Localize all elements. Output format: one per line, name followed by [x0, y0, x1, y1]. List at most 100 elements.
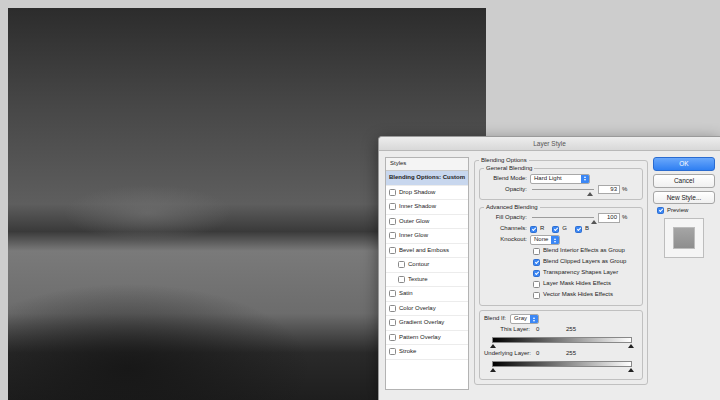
dropdown-arrow-icon	[530, 315, 538, 323]
field-label: Channels:	[484, 225, 530, 232]
style-checkbox[interactable]	[389, 203, 396, 210]
style-label: Inner Glow	[399, 232, 428, 239]
opacity-slider[interactable]	[532, 186, 594, 194]
channel-checkbox[interactable]	[575, 226, 582, 233]
option-label: Transparency Shapes Layer	[543, 269, 618, 276]
style-checkbox[interactable]	[389, 348, 396, 355]
dialog-title: Layer Style	[533, 140, 566, 148]
style-item[interactable]: Gradient Overlay	[386, 316, 468, 331]
fill-opacity-slider[interactable]	[532, 214, 594, 222]
style-checkbox[interactable]	[389, 247, 396, 254]
preview-checkbox[interactable]	[657, 207, 664, 214]
style-checkbox[interactable]	[398, 276, 405, 283]
option-checkbox[interactable]	[533, 259, 540, 266]
option-row: Vector Mask Hides Effects	[533, 290, 638, 301]
option-checkbox[interactable]	[533, 248, 540, 255]
group-title: Blending Options	[479, 157, 529, 164]
style-item-body: Bevel and Emboss	[389, 247, 449, 254]
style-item-body: Outer Glow	[389, 218, 429, 225]
style-label: Blending Options: Custom	[389, 174, 465, 181]
range-low-knob[interactable]	[490, 368, 496, 372]
style-label: Bevel and Emboss	[399, 247, 449, 254]
style-label: Stroke	[399, 348, 416, 355]
channel-checkbox[interactable]	[552, 226, 559, 233]
channel-option: R	[530, 225, 544, 232]
slider-knob[interactable]	[587, 192, 593, 196]
preview-toggle[interactable]: Preview	[653, 207, 715, 214]
field-label: Opacity:	[484, 186, 530, 193]
blend-if-dropdown[interactable]: Gray	[510, 314, 539, 324]
blending-panel: Blending OptionsGeneral BlendingBlend Mo…	[474, 157, 648, 400]
styles-list: StylesBlending Options: CustomDrop Shado…	[385, 157, 469, 390]
range-label-row: Underlying Layer:0255	[484, 349, 638, 360]
fill-opacity-row: Fill Opacity:100%	[484, 213, 638, 224]
style-checkbox[interactable]	[389, 218, 396, 225]
style-item[interactable]: Color Overlay	[386, 302, 468, 317]
option-checkbox[interactable]	[533, 292, 540, 299]
dialog-button[interactable]: New Style...	[653, 191, 715, 205]
range-high-value: 255	[566, 326, 576, 333]
style-label: Texture	[408, 276, 428, 283]
preview-swatch	[664, 218, 704, 258]
style-checkbox[interactable]	[398, 261, 405, 268]
dialog-button[interactable]: OK	[653, 157, 715, 171]
preview-thumbnail	[673, 227, 695, 249]
style-item[interactable]: Bevel and Emboss	[386, 244, 468, 259]
blend-mode-row: Blend Mode:Hard Light	[484, 173, 638, 184]
gradient-range-bar[interactable]	[492, 361, 632, 367]
style-item-body: Blending Options: Custom	[389, 174, 465, 181]
range-high-knob[interactable]	[628, 368, 634, 372]
dropdown-value: None	[534, 236, 548, 243]
style-checkbox[interactable]	[389, 334, 396, 341]
style-label: Gradient Overlay	[399, 319, 444, 326]
option-label: Blend Clipped Layers as Group	[543, 258, 626, 265]
style-label: Contour	[408, 261, 429, 268]
style-label: Pattern Overlay	[399, 334, 441, 341]
style-item[interactable]: Outer Glow	[386, 215, 468, 230]
option-row: Blend Clipped Layers as Group	[533, 257, 638, 268]
style-item[interactable]: Satin	[386, 287, 468, 302]
range-high-knob[interactable]	[628, 344, 634, 348]
style-item-body: Pattern Overlay	[389, 334, 441, 341]
option-checkbox[interactable]	[533, 270, 540, 277]
style-item-body: Drop Shadow	[389, 189, 435, 196]
blend-mode-dropdown[interactable]: Hard Light	[530, 174, 590, 184]
range-low-value: 0	[536, 350, 566, 357]
style-item[interactable]: Blending Options: Custom	[386, 171, 468, 186]
option-label: Blend Interior Effects as Group	[543, 247, 625, 254]
style-item[interactable]: Texture	[386, 273, 468, 288]
fill-opacity-input[interactable]: 100	[598, 213, 620, 222]
style-checkbox[interactable]	[389, 290, 396, 297]
style-item-body: Inner Shadow	[389, 203, 436, 210]
channel-checkbox[interactable]	[530, 226, 537, 233]
style-item[interactable]: Contour	[386, 258, 468, 273]
style-item[interactable]: Inner Glow	[386, 229, 468, 244]
style-item[interactable]: Drop Shadow	[386, 186, 468, 201]
style-item[interactable]: Inner Shadow	[386, 200, 468, 215]
gradient-range-bar[interactable]	[492, 337, 632, 343]
blend-if-row: Blend If:Gray	[484, 314, 638, 325]
layer-style-dialog: Layer Style StylesBlending Options: Custo…	[378, 136, 720, 400]
style-checkbox[interactable]	[389, 319, 396, 326]
slider-knob[interactable]	[591, 220, 597, 224]
field-label: Blend Mode:	[484, 175, 530, 182]
preview-label: Preview	[667, 207, 688, 214]
advanced-options: Blend Interior Effects as Group Blend Cli…	[484, 246, 638, 301]
advanced-blending-group: Advanced BlendingFill Opacity:100%Channe…	[479, 204, 643, 305]
style-checkbox[interactable]	[389, 189, 396, 196]
option-checkbox[interactable]	[533, 281, 540, 288]
option-row: Blend Interior Effects as Group	[533, 246, 638, 257]
range-low-knob[interactable]	[490, 344, 496, 348]
dialog-actions: OK Cancel New Style... Preview	[653, 157, 715, 400]
style-checkbox[interactable]	[389, 232, 396, 239]
opacity-input[interactable]: 93	[598, 185, 620, 194]
style-item[interactable]: Stroke	[386, 345, 468, 360]
knockout-dropdown[interactable]: None	[530, 235, 560, 245]
general-blending-group: General BlendingBlend Mode:Hard LightOpa…	[479, 165, 643, 200]
style-checkbox[interactable]	[389, 305, 396, 312]
percent-unit: %	[620, 186, 627, 193]
dialog-button[interactable]: Cancel	[653, 174, 715, 188]
group-title: General Blending	[484, 165, 534, 172]
style-item[interactable]: Pattern Overlay	[386, 331, 468, 346]
blend-if-group: Blend If:GrayThis Layer:0255Underlying L…	[479, 310, 643, 380]
